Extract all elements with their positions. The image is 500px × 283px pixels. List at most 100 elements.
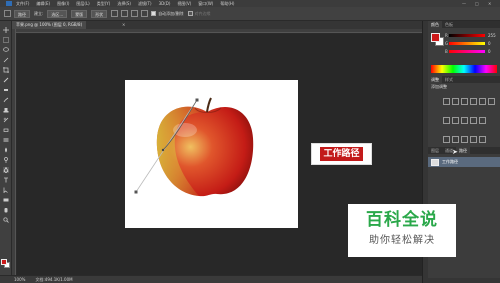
red-slider-track[interactable]	[449, 34, 485, 37]
watermark-logo: 百科全说 助你轻松解决	[348, 204, 456, 257]
menu-3d[interactable]: 3D(D)	[159, 0, 171, 7]
rectangle-tool-icon[interactable]	[3, 197, 9, 203]
path-alignment-icon[interactable]	[121, 10, 129, 17]
color-panel-tabs: 颜色 色板	[428, 21, 500, 28]
menu-bar: 文件(F) 编辑(E) 图像(I) 图层(L) 类型(Y) 选择(S) 滤镜(T…	[0, 0, 500, 7]
gear-icon[interactable]	[141, 10, 149, 17]
history-brush-tool-icon[interactable]	[3, 117, 9, 123]
levels-icon[interactable]	[452, 98, 459, 105]
document-tab[interactable]: 苹果.png @ 100% (图层 0, RGB/8)	[12, 21, 87, 29]
make-shape-button[interactable]: 形状	[91, 9, 108, 18]
minimize-button[interactable]: —	[462, 1, 466, 6]
dodge-tool-icon[interactable]	[3, 157, 9, 163]
eraser-tool-icon[interactable]	[3, 127, 9, 133]
eyedropper-tool-icon[interactable]	[3, 77, 9, 83]
photo-filter-icon[interactable]	[461, 117, 468, 124]
zoom-level[interactable]: 100%	[14, 277, 25, 282]
gradient-map-icon[interactable]	[470, 136, 477, 143]
brightness-icon[interactable]	[443, 98, 450, 105]
ps-logo-icon	[6, 1, 12, 6]
green-value[interactable]: 0	[488, 41, 491, 46]
tools-panel	[0, 21, 12, 275]
invert-icon[interactable]	[443, 136, 450, 143]
exposure-icon[interactable]	[470, 98, 477, 105]
auto-add-delete-checkbox[interactable]	[151, 11, 157, 16]
path-name: 工作路径	[442, 159, 458, 164]
pen-tool-preset-icon[interactable]	[4, 10, 11, 17]
tool-mode-select[interactable]: 路径	[14, 9, 30, 18]
menu-window[interactable]: 窗口(W)	[198, 0, 213, 7]
quick-select-tool-icon[interactable]	[3, 57, 9, 63]
zoom-tool-icon[interactable]	[3, 217, 9, 223]
blue-slider[interactable]: B 0	[445, 49, 500, 54]
path-operations-icon[interactable]	[111, 10, 119, 17]
black-white-icon[interactable]	[452, 117, 459, 124]
selective-color-icon[interactable]	[479, 136, 486, 143]
auto-add-delete-label: 自动添加/删除	[158, 10, 184, 16]
crop-tool-icon[interactable]	[3, 67, 9, 73]
blue-slider-track[interactable]	[449, 50, 485, 53]
marquee-tool-icon[interactable]	[3, 37, 9, 43]
color-balance-icon[interactable]	[443, 117, 450, 124]
red-slider[interactable]: R 255	[445, 33, 500, 38]
path-selection-tool-icon[interactable]	[3, 187, 9, 193]
menu-view[interactable]: 视图(V)	[177, 0, 191, 7]
red-value[interactable]: 255	[488, 33, 496, 38]
menu-help[interactable]: 帮助(H)	[220, 0, 234, 7]
clone-stamp-tool-icon[interactable]	[3, 107, 9, 113]
blue-value[interactable]: 0	[488, 49, 491, 54]
menu-type[interactable]: 类型(Y)	[97, 0, 111, 7]
foreground-color-swatch[interactable]	[1, 259, 7, 265]
threshold-icon[interactable]	[461, 136, 468, 143]
layers-panel-tabs: 图层 通道 路径	[428, 147, 500, 154]
panel-foreground-swatch[interactable]	[431, 33, 440, 42]
close-window-button[interactable]: ✕	[488, 1, 491, 6]
tab-color[interactable]: 颜色	[428, 21, 442, 28]
adjust-panel-tabs: 调整 样式	[428, 76, 500, 83]
document-canvas[interactable]	[125, 80, 298, 228]
make-selection-button[interactable]: 选区...	[47, 9, 68, 18]
tab-swatches[interactable]: 色板	[442, 21, 456, 28]
curves-icon[interactable]	[461, 98, 468, 105]
brush-tool-icon[interactable]	[3, 97, 9, 103]
tab-styles[interactable]: 样式	[442, 76, 456, 83]
adjustments-title: 添加调整	[431, 84, 447, 89]
paths-panel-footer	[428, 278, 500, 283]
type-tool-icon[interactable]	[3, 177, 9, 183]
vibrance-icon[interactable]	[479, 98, 486, 105]
menu-file[interactable]: 文件(F)	[16, 0, 29, 7]
path-list-item[interactable]: 工作路径	[428, 157, 500, 167]
color-spectrum[interactable]	[431, 65, 497, 73]
close-tab-icon[interactable]: ×	[122, 21, 125, 29]
path-arrangement-icon[interactable]	[131, 10, 139, 17]
hand-tool-icon[interactable]	[3, 207, 9, 213]
document-size: 文档:494.1K/1.00M	[35, 276, 73, 282]
menu-select[interactable]: 选择(S)	[117, 0, 131, 7]
maximize-button[interactable]: □	[475, 1, 479, 6]
tab-layers[interactable]: 图层	[428, 147, 442, 154]
tab-adjustments[interactable]: 调整	[428, 76, 442, 83]
pen-tool-icon[interactable]	[3, 167, 9, 173]
posterize-icon[interactable]	[452, 136, 459, 143]
menu-filter[interactable]: 滤镜(T)	[138, 0, 152, 7]
align-edges-checkbox[interactable]	[187, 11, 193, 16]
move-tool-icon[interactable]	[3, 27, 9, 33]
channel-mixer-icon[interactable]	[470, 117, 477, 124]
color-lookup-icon[interactable]	[479, 117, 486, 124]
tab-paths[interactable]: 路径	[456, 147, 470, 154]
options-bar: 路径 建立: 选区... 蒙版 形状 自动添加/删除 对齐边缘	[0, 7, 500, 21]
hue-saturation-icon[interactable]	[488, 98, 495, 105]
lasso-tool-icon[interactable]	[3, 47, 9, 53]
gradient-tool-icon[interactable]	[3, 137, 9, 143]
status-bar: 100% 文档:494.1K/1.00M	[0, 275, 422, 283]
blur-tool-icon[interactable]	[3, 147, 9, 153]
make-mask-button[interactable]: 蒙版	[71, 9, 88, 18]
green-slider[interactable]: G 0	[445, 41, 500, 46]
menu-image[interactable]: 图像(I)	[57, 0, 69, 7]
healing-brush-tool-icon[interactable]	[3, 87, 9, 93]
green-slider-track[interactable]	[449, 42, 485, 45]
vertical-ruler	[12, 29, 16, 275]
menu-layer[interactable]: 图层(L)	[76, 0, 89, 7]
menu-edit[interactable]: 编辑(E)	[36, 0, 50, 7]
align-edges-label: 对齐边缘	[194, 10, 211, 16]
